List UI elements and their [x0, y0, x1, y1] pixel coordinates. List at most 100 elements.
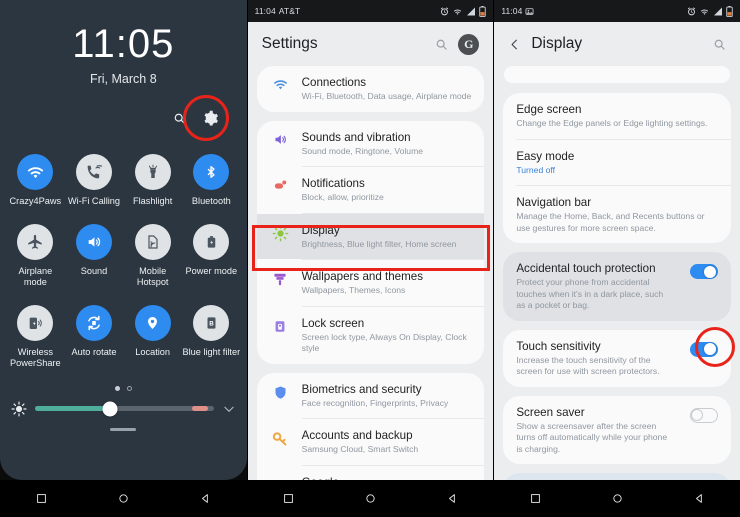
qs-tile-auto-rotate[interactable]: Auto rotate: [65, 304, 124, 370]
battery-icon: [726, 5, 733, 17]
brightness-thumb[interactable]: [102, 401, 118, 416]
display-row-accidental-touch-protection[interactable]: Accidental touch protection Protect your…: [503, 252, 731, 321]
display-scroll[interactable]: Display Edge screen Change the Edge pane…: [494, 22, 740, 480]
qs-tile-crazy4paws[interactable]: Crazy4Paws: [6, 154, 65, 208]
display-row-edge-screen[interactable]: Edge screen Change the Edge panels or Ed…: [503, 93, 731, 139]
recents-icon[interactable]: [283, 493, 294, 504]
settings-row-title: Accounts and backup: [301, 429, 413, 442]
qs-tile-power-mode[interactable]: Power mode: [182, 223, 241, 289]
status-time: 11:04: [501, 6, 523, 16]
airplane-icon: [17, 223, 54, 260]
search-icon[interactable]: [173, 112, 186, 125]
status-bar-left: 11:04 AT&T: [255, 6, 301, 16]
home-icon[interactable]: [612, 493, 623, 504]
settings-group-connections: Connections Wi-Fi, Bluetooth, Data usage…: [256, 66, 485, 112]
key-icon: [270, 428, 291, 447]
settings-row-subtitle: Wallpapers, Themes, Icons: [301, 285, 406, 295]
quick-settings-panel: 11:05 Fri, March 8 Crazy4Paws Wi-Fi Call…: [0, 0, 247, 480]
recents-icon[interactable]: [36, 493, 47, 504]
settings-row-connections[interactable]: Connections Wi-Fi, Bluetooth, Data usage…: [257, 66, 485, 112]
blue-light-filter-icon: B: [193, 304, 230, 341]
settings-row-notifications[interactable]: Notifications Block, allow, prioritize: [257, 167, 485, 213]
settings-row-sounds-and-vibration[interactable]: Sounds and vibration Sound mode, Rington…: [257, 121, 485, 167]
settings-row-title: Wallpapers and themes: [301, 270, 424, 283]
qs-tile-wireless-powershare[interactable]: Wireless PowerShare: [6, 304, 65, 370]
settings-row-title: Notifications: [301, 177, 365, 190]
display-row-title: Touch sensitivity: [516, 339, 601, 353]
brightness-warm-segment: [192, 406, 209, 411]
qs-tile-label: Sound: [80, 265, 108, 276]
settings-row-biometrics-and-security[interactable]: Biometrics and security Face recognition…: [257, 373, 485, 419]
settings-row-display[interactable]: Display Brightness, Blue light filter, H…: [256, 213, 485, 259]
settings-scroll[interactable]: Settings G Connections Wi-Fi, Bluetooth,…: [248, 22, 494, 480]
back-icon[interactable]: [694, 493, 705, 504]
gear-icon[interactable]: [202, 110, 219, 127]
panel-display-settings: 11:04 Display Edge screen Change the Edg…: [493, 0, 740, 517]
notification-icon: [270, 176, 291, 193]
status-time: 11:04: [254, 6, 276, 16]
battery-icon: [479, 5, 487, 17]
display-row-screen-saver[interactable]: Screen saver Show a screensaver after th…: [503, 396, 731, 465]
status-bar: 11:04 AT&T: [247, 0, 494, 22]
qs-tile-flashlight[interactable]: Flashlight: [123, 154, 182, 208]
display-row-title: Edge screen: [516, 103, 582, 116]
looking-for-something-else: Looking for something else?: [503, 473, 731, 480]
search-icon[interactable]: [435, 38, 448, 51]
bluetooth-icon: [193, 154, 230, 190]
display-row-subtitle: Change the Edge panels or Edge lighting …: [516, 118, 708, 128]
brightness-icon: [270, 223, 291, 242]
wifi-icon: [270, 75, 291, 91]
signal-icon: [713, 7, 723, 16]
qs-tile-blue-light-filter[interactable]: B Blue light filter: [182, 304, 241, 370]
display-group-general: Edge screen Change the Edge panels or Ed…: [503, 93, 731, 243]
account-avatar[interactable]: G: [458, 33, 480, 55]
home-icon[interactable]: [118, 493, 129, 504]
qs-tile-label: Power mode: [185, 265, 238, 276]
qs-tile-label: Location: [135, 346, 171, 357]
display-group-screen-saver: Screen saver Show a screensaver after th…: [503, 395, 731, 465]
settings-row-subtitle: Sound mode, Ringtone, Volume: [301, 145, 424, 156]
panel-quick-settings: 12% 11:05 Fri, March 8: [0, 0, 247, 517]
back-icon[interactable]: [447, 493, 458, 504]
display-row-touch-sensitivity[interactable]: Touch sensitivity Increase the touch sen…: [503, 330, 731, 387]
display-row-navigation-bar[interactable]: Navigation bar Manage the Home, Back, an…: [503, 186, 731, 243]
quick-settings-header: [0, 95, 247, 141]
brightness-slider[interactable]: [35, 401, 214, 416]
display-screen: Display Edge screen Change the Edge pane…: [494, 22, 740, 480]
accidental-touch-protection-toggle[interactable]: [689, 264, 718, 279]
display-row-easy-mode[interactable]: Easy mode Turned off: [503, 140, 731, 186]
qs-tile-label: Flashlight: [132, 196, 173, 206]
status-bar-icons: [687, 5, 733, 17]
wifi-icon: [699, 7, 710, 16]
settings-row-wallpapers-and-themes[interactable]: Wallpapers and themes Wallpapers, Themes…: [257, 260, 485, 306]
settings-row-accounts-and-backup[interactable]: Accounts and backup Samsung Cloud, Smart…: [257, 419, 485, 465]
pager-dot[interactable]: [126, 385, 132, 391]
back-icon[interactable]: [200, 493, 211, 504]
qs-tile-sound[interactable]: Sound: [65, 223, 124, 289]
panel-grabber[interactable]: [110, 427, 137, 431]
qs-tile-label: Airplane mode: [18, 265, 53, 288]
chevron-left-icon[interactable]: [508, 38, 521, 51]
settings-row-subtitle: Face recognition, Fingerprints, Privacy: [301, 397, 449, 408]
search-icon[interactable]: [713, 38, 726, 51]
search-bar[interactable]: [504, 66, 730, 83]
display-row-subtitle: Increase the touch sensitivity of the sc…: [516, 354, 660, 377]
paintbrush-icon: [270, 269, 291, 288]
chevron-down-icon[interactable]: [222, 402, 236, 416]
qs-tile-location[interactable]: Location: [123, 304, 182, 370]
qs-tile-wifi-calling[interactable]: Wi-Fi Calling: [65, 154, 124, 208]
settings-row-google[interactable]: G Google Google settings: [257, 466, 485, 481]
qs-tile-mobile-hotspot[interactable]: Mobile Hotspot: [123, 223, 182, 289]
settings-row-lock-screen[interactable]: Lock screen Screen lock type, Always On …: [257, 307, 485, 364]
screen-saver-toggle[interactable]: [689, 407, 718, 423]
display-row-title: Easy mode: [516, 149, 575, 163]
home-icon[interactable]: [365, 493, 376, 504]
qs-tile-label: Crazy4Paws: [9, 196, 62, 206]
recents-icon[interactable]: [530, 493, 541, 504]
touch-sensitivity-toggle[interactable]: [689, 341, 718, 357]
wifi-calling-icon: [75, 154, 112, 190]
qs-tile-airplane-mode[interactable]: Airplane mode: [6, 223, 65, 289]
qs-tile-bluetooth[interactable]: Bluetooth: [182, 154, 241, 208]
lock-icon: [270, 316, 291, 335]
pager-dot-active[interactable]: [114, 385, 120, 391]
